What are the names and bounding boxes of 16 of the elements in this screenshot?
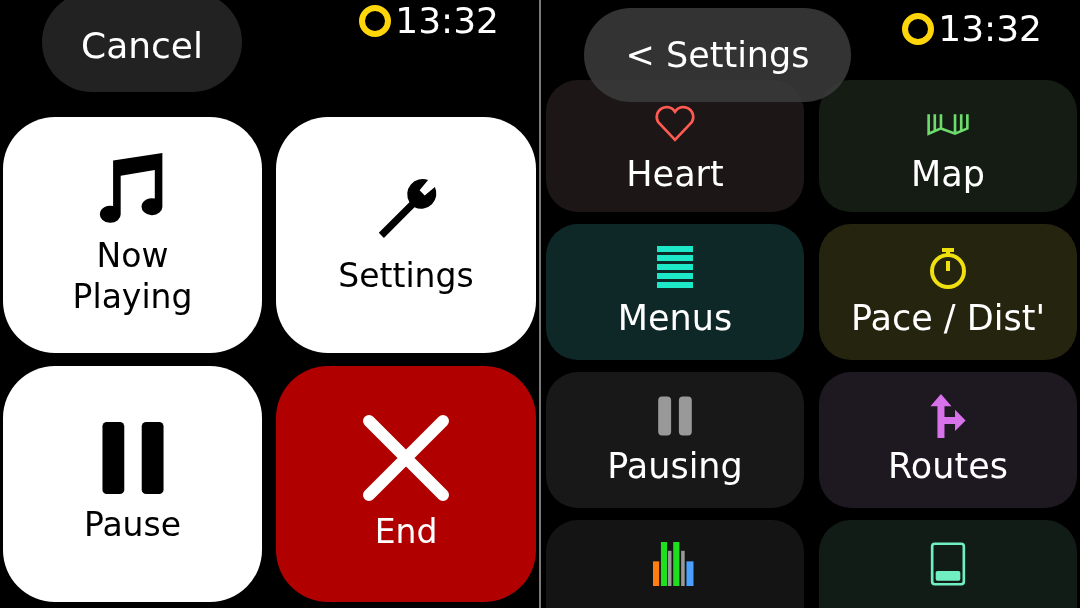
close-icon xyxy=(363,415,449,502)
settings-tile[interactable]: Pace / Dist' xyxy=(819,224,1077,360)
control-tile[interactable]: Now Playing xyxy=(3,117,262,353)
control-tile[interactable]: Settings xyxy=(276,117,536,353)
control-tile[interactable]: Pause xyxy=(3,366,262,602)
activity-ring-icon xyxy=(900,10,937,47)
settings-tile[interactable]: Pausing xyxy=(546,372,804,508)
clock-time: 13:32 xyxy=(938,8,1042,49)
settings-tile[interactable]: Map xyxy=(819,80,1077,212)
clock-time: 13:32 xyxy=(395,0,499,41)
activity-ring-icon xyxy=(357,2,394,39)
back-button[interactable]: < Settings xyxy=(584,8,851,102)
settings-tile[interactable]: Routes xyxy=(819,372,1077,508)
control-tile[interactable]: End xyxy=(276,366,536,602)
settings-tile[interactable]: Menus xyxy=(546,224,804,360)
cancel-button[interactable]: Cancel xyxy=(42,0,242,92)
